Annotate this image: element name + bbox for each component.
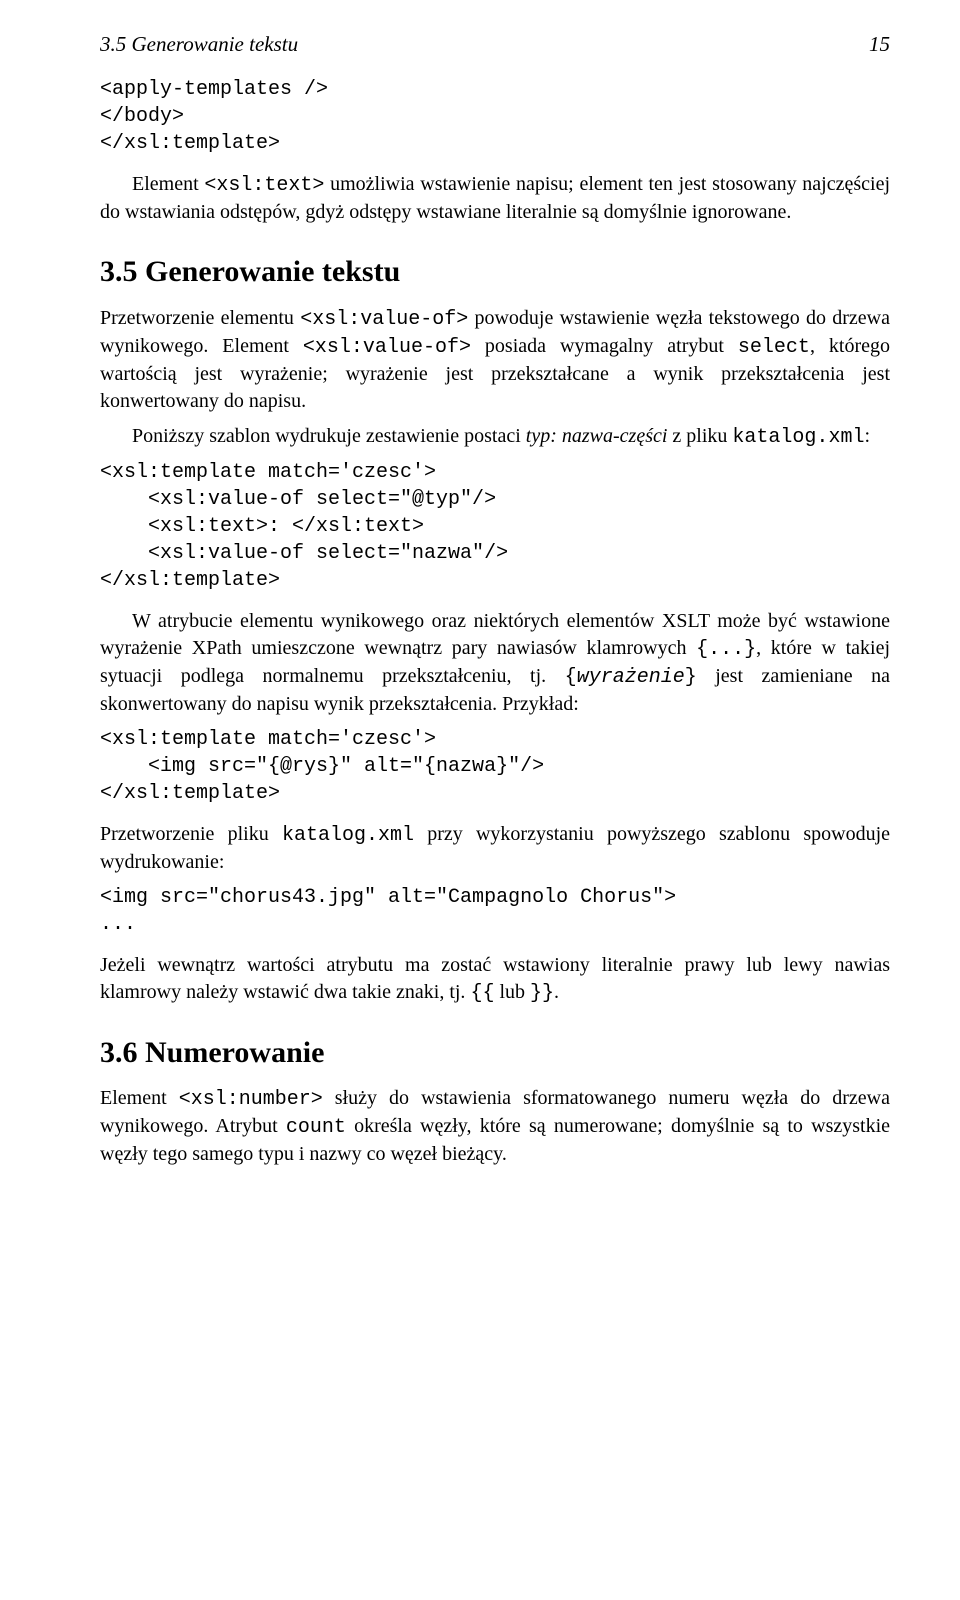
header-left: 3.5 Generowanie tekstu xyxy=(100,30,298,58)
inline-code: <xsl:value-of> xyxy=(300,308,468,331)
inline-code: <xsl:value-of> xyxy=(303,336,471,359)
inline-code: katalog.xml xyxy=(732,426,864,449)
running-header: 3.5 Generowanie tekstu 15 xyxy=(100,30,890,58)
text: . xyxy=(554,981,559,1003)
emphasis: typ: nazwa-części xyxy=(526,425,668,447)
inline-code: { xyxy=(565,666,577,689)
inline-code: katalog.xml xyxy=(282,824,414,847)
text: Element xyxy=(132,173,204,195)
inline-code: }} xyxy=(530,982,554,1005)
paragraph-2: Przetworzenie elementu <xsl:value-of> po… xyxy=(100,305,890,415)
inline-code: {...} xyxy=(696,638,756,661)
text: Poniższy szablon wydrukuje zestawienie p… xyxy=(132,425,526,447)
paragraph-4: W atrybucie elementu wynikowego oraz nie… xyxy=(100,608,890,718)
code-block-3: <xsl:template match='czesc'> <img src="{… xyxy=(100,726,890,807)
inline-code-emph: wyrażenie xyxy=(577,666,685,689)
inline-code: {{ xyxy=(470,982,494,1005)
text: Element xyxy=(100,1087,179,1109)
text: z pliku xyxy=(667,425,732,447)
page-number: 15 xyxy=(869,30,890,58)
inline-code: <xsl:text> xyxy=(204,174,324,197)
inline-code: <xsl:number> xyxy=(179,1088,323,1111)
paragraph-1: Element <xsl:text> umożliwia wstawienie … xyxy=(100,171,890,226)
inline-code: count xyxy=(286,1116,346,1139)
inline-code: select xyxy=(738,336,810,359)
code-block-4: <img src="chorus43.jpg" alt="Campagnolo … xyxy=(100,884,890,938)
text: posiada wymagalny atrybut xyxy=(471,335,738,357)
inline-code: } xyxy=(685,666,697,689)
paragraph-6: Jeżeli wewnątrz wartości atrybutu ma zos… xyxy=(100,952,890,1007)
section-heading-3-6: 3.6 Numerowanie xyxy=(100,1033,890,1074)
text: : xyxy=(864,425,870,447)
code-block-2: <xsl:template match='czesc'> <xsl:value-… xyxy=(100,459,890,594)
text: Przetworzenie pliku xyxy=(100,823,282,845)
page: 3.5 Generowanie tekstu 15 <apply-templat… xyxy=(0,0,960,1600)
paragraph-7: Element <xsl:number> służy do wstawienia… xyxy=(100,1085,890,1168)
text: Przetworzenie elementu xyxy=(100,307,300,329)
paragraph-3: Poniższy szablon wydrukuje zestawienie p… xyxy=(100,423,890,451)
paragraph-5: Przetworzenie pliku katalog.xml przy wyk… xyxy=(100,821,890,876)
section-heading-3-5: 3.5 Generowanie tekstu xyxy=(100,252,890,293)
code-block-1: <apply-templates /> </body> </xsl:templa… xyxy=(100,76,890,157)
text: lub xyxy=(494,981,530,1003)
